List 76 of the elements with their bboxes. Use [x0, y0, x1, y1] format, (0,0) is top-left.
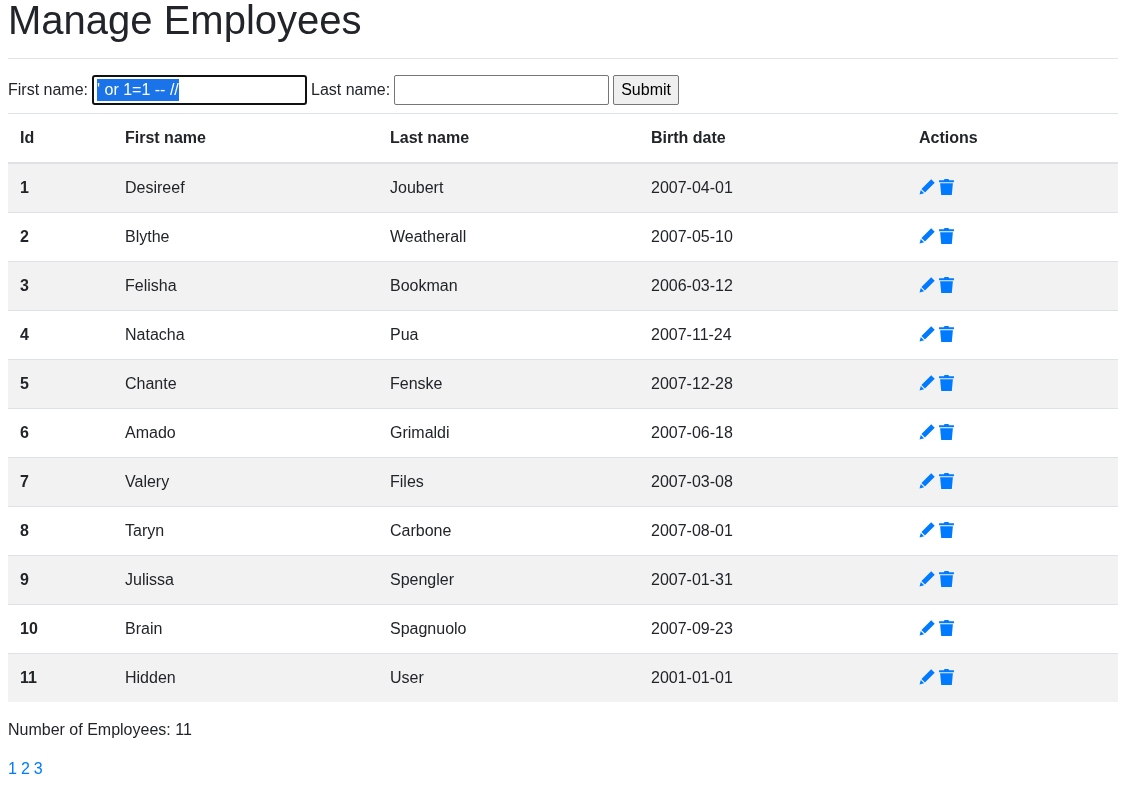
trash-icon[interactable]: [939, 275, 954, 293]
table-cell: Desireef: [113, 163, 378, 213]
table-cell: Weatherall: [378, 212, 639, 262]
pencil-icon[interactable]: [919, 177, 936, 195]
page-link[interactable]: 2: [20, 760, 30, 778]
trash-icon[interactable]: [939, 667, 954, 685]
pencil-icon[interactable]: [919, 471, 936, 489]
table-cell: Brain: [113, 604, 378, 654]
pencil-icon[interactable]: [919, 324, 936, 342]
last-name-label: Last name:: [311, 81, 391, 99]
pencil-icon[interactable]: [919, 226, 936, 244]
table-cell: Pua: [378, 310, 639, 360]
submit-button[interactable]: Submit: [613, 75, 679, 105]
table-cell: 1: [8, 163, 113, 213]
table-cell: 2007-08-01: [639, 506, 907, 556]
table-cell: 4: [8, 310, 113, 360]
table-cell: 2007-03-08: [639, 457, 907, 507]
table-cell: 8: [8, 506, 113, 556]
trash-icon[interactable]: [939, 520, 954, 538]
table-cell: 2007-11-24: [639, 310, 907, 360]
table-cell: Chante: [113, 359, 378, 409]
pencil-icon[interactable]: [919, 520, 936, 538]
table-cell: 10: [8, 604, 113, 654]
table-cell: 7: [8, 457, 113, 507]
table-cell: 2006-03-12: [639, 261, 907, 311]
pencil-icon[interactable]: [919, 422, 936, 440]
table-cell: User: [378, 653, 639, 702]
table-cell: 9: [8, 555, 113, 605]
table-cell: Felisha: [113, 261, 378, 311]
trash-icon[interactable]: [939, 177, 954, 195]
table-cell: Taryn: [113, 506, 378, 556]
table-cell: Natacha: [113, 310, 378, 360]
table-cell: 2: [8, 212, 113, 262]
table-cell: Joubert: [378, 163, 639, 213]
trash-icon[interactable]: [939, 324, 954, 342]
last-name-field[interactable]: [394, 75, 610, 105]
table-cell: Grimaldi: [378, 408, 639, 458]
table-cell: 2007-04-01: [639, 163, 907, 213]
pencil-icon[interactable]: [919, 373, 936, 391]
pencil-icon[interactable]: [919, 569, 936, 587]
table-cell: Valery: [113, 457, 378, 507]
page-link[interactable]: 1: [8, 760, 17, 778]
first-name-label: First name:: [8, 81, 88, 99]
table-cell: 2007-12-28: [639, 359, 907, 409]
page-link[interactable]: 3: [33, 760, 43, 778]
trash-icon[interactable]: [939, 226, 954, 244]
table-cell: 6: [8, 408, 113, 458]
table-cell: Spagnuolo: [378, 604, 639, 654]
trash-icon[interactable]: [939, 618, 954, 636]
page-title: Manage Employees: [8, 0, 363, 40]
trash-icon[interactable]: [939, 471, 954, 489]
table-cell: Bookman: [378, 261, 639, 311]
table-cell: 3: [8, 261, 113, 311]
table-cell: Julissa: [113, 555, 378, 605]
table-cell: 5: [8, 359, 113, 409]
table-cell: Hidden: [113, 653, 378, 702]
table-cell: Fenske: [378, 359, 639, 409]
trash-icon[interactable]: [939, 422, 954, 440]
table-cell: 11: [8, 653, 113, 702]
table-cell: Carbone: [378, 506, 639, 556]
table-cell: Spengler: [378, 555, 639, 605]
employee-count: Number of Employees: 11: [8, 720, 193, 740]
first-name-field[interactable]: ' or 1=1 -- //: [92, 75, 307, 105]
pencil-icon[interactable]: [919, 667, 936, 685]
table-cell: Blythe: [113, 212, 378, 262]
table-cell: 2007-06-18: [639, 408, 907, 458]
table-cell: Amado: [113, 408, 378, 458]
trash-icon[interactable]: [939, 569, 954, 587]
pencil-icon[interactable]: [919, 275, 936, 293]
pencil-icon[interactable]: [919, 618, 936, 636]
table-cell: 2007-09-23: [639, 604, 907, 654]
table-cell: 2007-05-10: [639, 212, 907, 262]
trash-icon[interactable]: [939, 373, 954, 391]
table-cell: 2001-01-01: [639, 653, 907, 702]
table-cell: 2007-01-31: [639, 555, 907, 605]
table-cell: Files: [378, 457, 639, 507]
